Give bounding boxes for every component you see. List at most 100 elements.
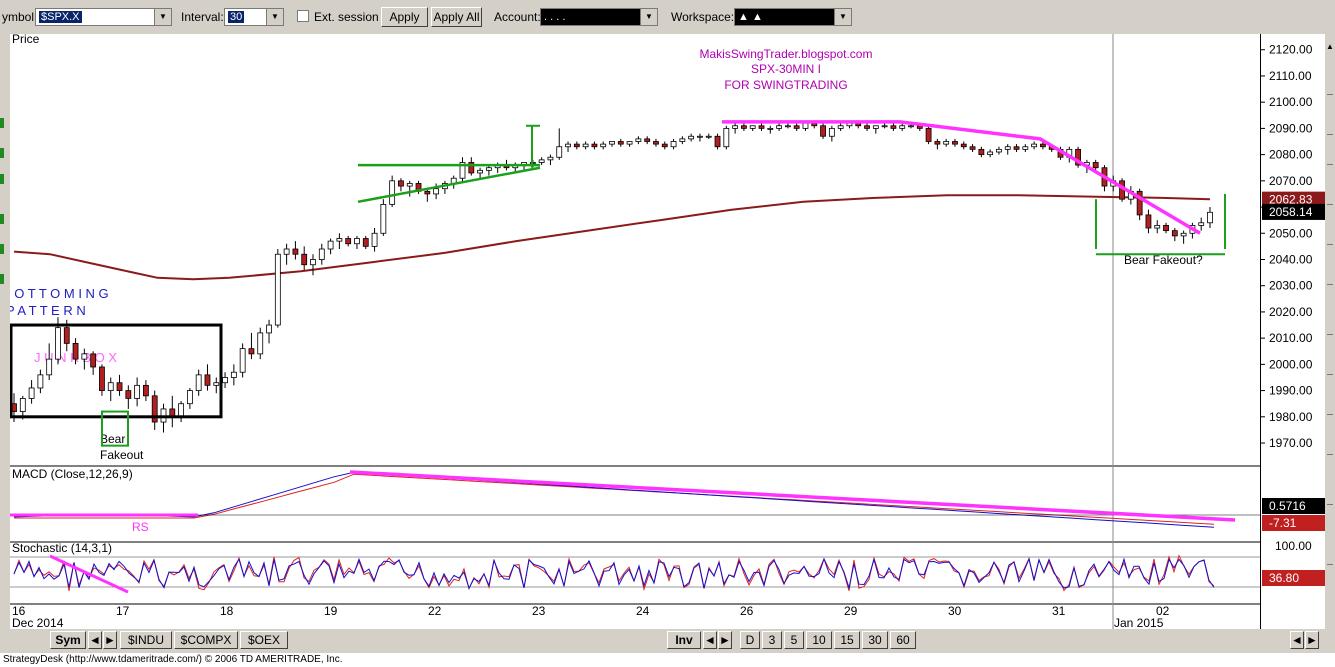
symbol-tab-compx[interactable]: $COMPX [174, 631, 238, 649]
x-tick-label: 17 [116, 604, 130, 618]
candle-body [19, 398, 26, 412]
interval-tab-d[interactable]: D [740, 631, 760, 649]
symbol-tab-oex[interactable]: $OEX [240, 631, 288, 649]
workspace-value[interactable]: ▲ ▲ [738, 11, 763, 23]
stochastic-pane-title: Stochastic (14,3,1) [12, 541, 112, 555]
candle-body [1163, 225, 1169, 232]
chevron-up-icon[interactable]: ▲ [1326, 42, 1334, 51]
candle-body [354, 238, 360, 245]
scroll-right-button[interactable]: ► [103, 631, 117, 649]
apply-all-button[interactable]: Apply All [431, 7, 482, 27]
inv-button[interactable]: Inv [667, 631, 701, 649]
interval-tab-5[interactable]: 5 [784, 631, 804, 649]
candle-body [573, 143, 580, 148]
candle-body [37, 374, 44, 389]
scroll-left-button[interactable]: ◄ [1290, 631, 1304, 649]
scroll-marker [1327, 204, 1333, 205]
chart-svg[interactable]: Price MakisSwingTrader.blogspot.com SPX-… [2, 32, 1260, 630]
scroll-marker [1327, 564, 1333, 565]
symbol-value[interactable]: $SPX.X [39, 11, 82, 23]
candle-body [556, 146, 563, 158]
x-sublabel: Jan 2015 [1114, 616, 1164, 629]
candle-body [872, 125, 879, 129]
candle-body [837, 125, 844, 129]
candle-body [767, 127, 774, 130]
scroll-left-button[interactable]: ◄ [703, 631, 717, 649]
candle-body [741, 125, 747, 129]
candle-body [626, 141, 633, 145]
interval-tab-10[interactable]: 10 [806, 631, 832, 649]
candle-body [398, 180, 404, 187]
interval-combo[interactable]: 30 ▼ [224, 8, 284, 26]
candle-body [389, 180, 396, 205]
annotation-bottoming: B O T T O M I N G [10, 286, 109, 301]
candle-body [72, 342, 79, 360]
stoch-d-line [13, 554, 1215, 592]
candle-body [670, 141, 677, 148]
account-combo[interactable]: . . . . ▼ [540, 8, 658, 26]
candle-body [943, 141, 950, 145]
symbol-combo[interactable]: $SPX.X ▼ [35, 8, 172, 26]
interval-value[interactable]: 30 [228, 11, 245, 23]
stoch-k-line [13, 557, 1215, 590]
y-tick-label: 2050.00 [1269, 226, 1313, 240]
candle-body [1004, 146, 1011, 150]
candle-body [732, 125, 739, 129]
status-bar: StrategyDesk (http://www.tdameritrade.co… [0, 653, 1335, 667]
interval-tab-15[interactable]: 15 [834, 631, 860, 649]
candle-body [318, 248, 325, 260]
candle-body [477, 169, 483, 174]
x-tick-label: 26 [740, 604, 754, 618]
candle-body [116, 382, 123, 391]
scroll-left-button[interactable]: ◄ [88, 631, 102, 649]
candle-body [1031, 143, 1038, 148]
interval-tab-3[interactable]: 3 [762, 631, 782, 649]
sym-button[interactable]: Sym [50, 631, 86, 649]
candle-body [960, 143, 967, 148]
symbol-tab-indu[interactable]: $INDU [120, 631, 172, 649]
account-value[interactable]: . . . . [544, 11, 565, 23]
candle-body [433, 188, 440, 195]
candle-body [63, 327, 70, 344]
chart-area[interactable]: Price MakisSwingTrader.blogspot.com SPX-… [2, 32, 1260, 630]
candle-body [1180, 232, 1187, 237]
annotation-subtitle: SPX-30MIN I [751, 62, 821, 76]
candle-body [1040, 143, 1046, 148]
candle-body [978, 148, 985, 156]
apply-button[interactable]: Apply [381, 7, 428, 27]
candle-body [1092, 162, 1099, 169]
candle-body [820, 125, 826, 137]
x-tick-label: 18 [220, 604, 234, 618]
scroll-right-button[interactable]: ► [718, 631, 732, 649]
chevron-down-icon[interactable]: ▼ [834, 9, 851, 25]
y-tick-label: 1990.00 [1269, 384, 1313, 398]
candle-body [1154, 225, 1161, 229]
candle-body [582, 143, 589, 148]
candle-body [538, 159, 545, 163]
chevron-down-icon[interactable]: ▼ [640, 9, 657, 25]
x-tick-label: 24 [636, 604, 650, 618]
pane-marker [0, 244, 4, 254]
candle-body [697, 135, 703, 138]
candle-body [749, 125, 756, 129]
candle-body [881, 125, 888, 128]
candle-body [996, 148, 1002, 153]
workspace-combo[interactable]: ▲ ▲ ▼ [734, 8, 852, 26]
chevron-down-icon[interactable]: ▼ [266, 9, 283, 25]
x-tick-label: 31 [1052, 604, 1066, 618]
interval-tab-60[interactable]: 60 [890, 631, 916, 649]
x-tick-label: 30 [948, 604, 962, 618]
scroll-marker [1327, 414, 1333, 415]
candle-body [617, 141, 624, 145]
last-price-text: 2058.14 [1269, 205, 1313, 219]
vertical-scrollbar[interactable]: ▲ [1325, 34, 1335, 629]
chevron-down-icon[interactable]: ▼ [154, 9, 171, 25]
candle-body [274, 253, 281, 326]
ext-session-checkbox[interactable] [297, 10, 309, 22]
scroll-marker [1327, 374, 1333, 375]
price-axis[interactable]: 2120.00 2110.00 2100.00 2090.00 2080.00 2070.… [1260, 34, 1326, 629]
x-tick-label: 19 [324, 604, 338, 618]
interval-tab-30[interactable]: 30 [862, 631, 888, 649]
scroll-right-button[interactable]: ► [1305, 631, 1319, 649]
candle-body [776, 125, 782, 129]
